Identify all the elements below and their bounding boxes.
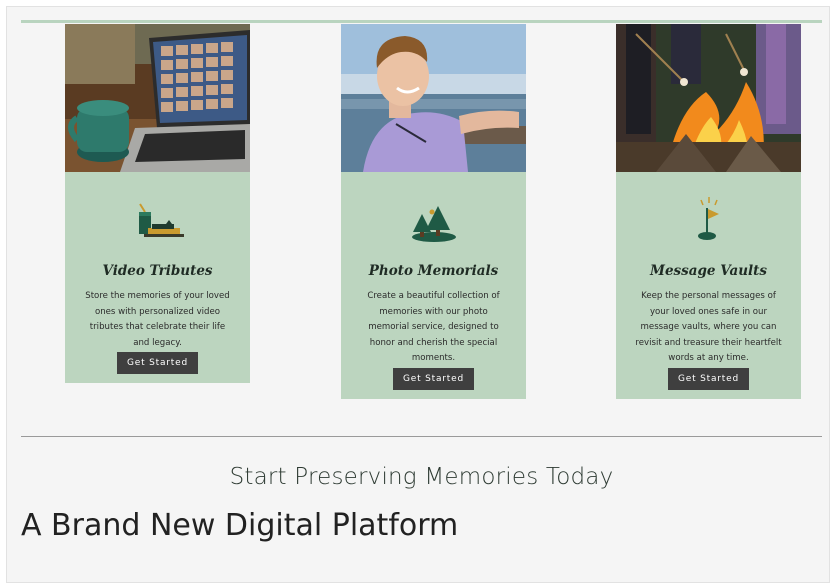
icon-area [65, 172, 250, 242]
card-description: Keep the personal messages of your loved… [635, 291, 782, 363]
pine-trees-icon [411, 206, 456, 242]
section-divider [21, 436, 822, 437]
section-heading: A Brand New Digital Platform [21, 508, 459, 543]
card-title: Photo Memorials [368, 263, 499, 279]
laptop-video-call-photo [65, 24, 250, 172]
boy-by-lake-photo [341, 24, 526, 172]
top-accent-rule [21, 20, 822, 23]
icon-area [341, 172, 526, 242]
card-message-vaults: Message Vaults Keep the personal message… [616, 24, 801, 399]
get-started-button-video-tributes[interactable]: Get Started [117, 352, 198, 374]
icon-area [616, 172, 801, 242]
cta-tagline: Start Preserving Memories Today [229, 464, 614, 490]
card-description: Create a beautiful collection of memorie… [367, 291, 500, 363]
golf-flag-icon [697, 197, 719, 240]
campfire-photo [616, 24, 801, 172]
card-photo-video-tributes [65, 24, 250, 172]
card-photo-memorials: Photo Memorials Create a beautiful colle… [341, 24, 526, 399]
get-started-button-photo-memorials[interactable]: Get Started [393, 367, 474, 390]
card-description: Store the memories of your loved ones wi… [85, 291, 230, 348]
tea-and-cake-icon [138, 203, 184, 237]
card-title: Video Tributes [102, 263, 213, 279]
get-started-button-message-vaults[interactable]: Get Started [668, 367, 749, 390]
card-photo-message-vaults [616, 24, 801, 172]
card-photo-photo-memorials [341, 24, 526, 172]
card-title: Message Vaults [650, 263, 767, 279]
card-video-tributes: Video Tributes Store the memories of you… [65, 24, 250, 383]
